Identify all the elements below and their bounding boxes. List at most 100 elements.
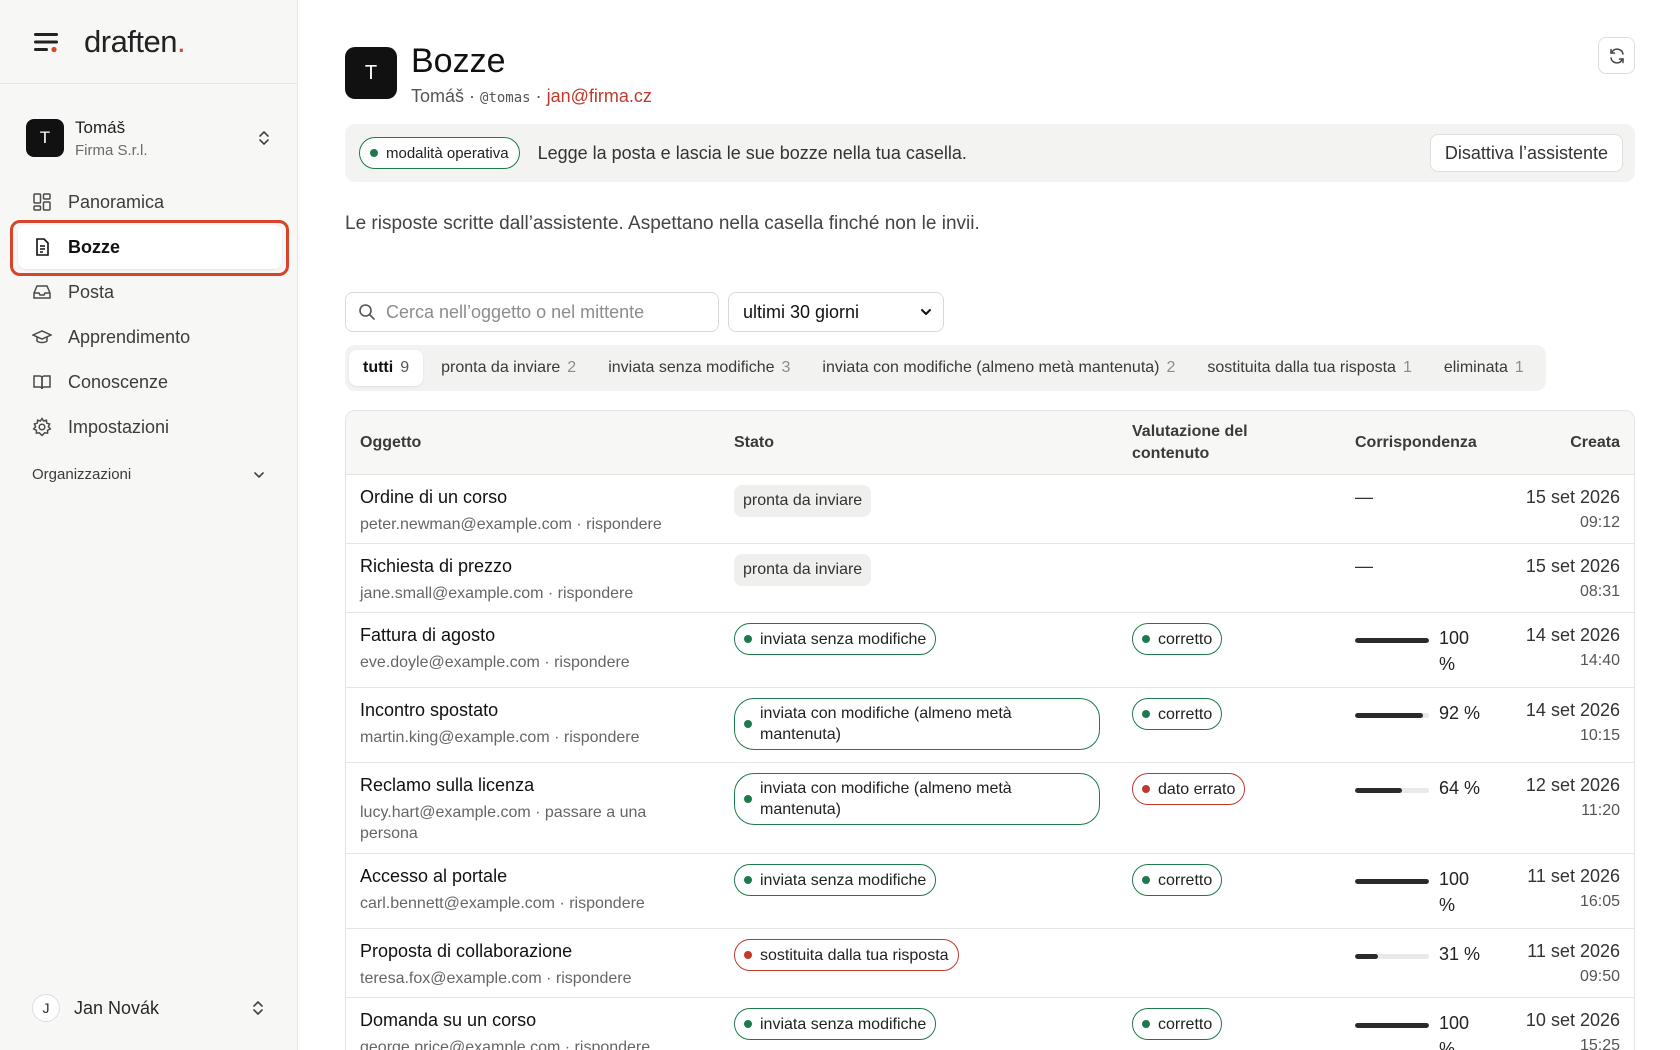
chevron-down-icon (252, 468, 266, 482)
rating-cell: dato errato (1132, 773, 1246, 805)
table-row[interactable]: Incontro spostato martin.king@example.com… (346, 688, 1634, 763)
draft-subject[interactable]: Domanda su un corso (360, 1010, 690, 1031)
sidebar-item-label: Impostazioni (68, 416, 170, 437)
filter-label: eliminata (1443, 359, 1508, 376)
profile-email[interactable]: jan@firma.cz (547, 86, 652, 106)
status-label: inviata senza modifiche (760, 630, 927, 648)
brand-logo[interactable]: draften. (84, 24, 193, 60)
column-header-subject[interactable]: Oggetto (360, 411, 421, 475)
created-date: 14 set 2026 (1525, 700, 1620, 720)
mode-badge-label: modalità operativa (386, 144, 509, 162)
created-cell: 11 set 2026 09:50 (1460, 941, 1620, 986)
rating-label: corretto (1158, 1015, 1213, 1033)
filter-tab-senza-modifiche[interactable]: inviata senza modifiche 3 (594, 350, 804, 386)
filter-tab-eliminata[interactable]: eliminata 1 (1430, 350, 1538, 386)
created-cell: 15 set 2026 09:12 (1460, 487, 1620, 532)
column-header-match[interactable]: Corrispondenza (1355, 411, 1477, 475)
filter-count: 1 (1402, 359, 1412, 376)
table-row[interactable]: Proposta di collaborazione teresa.fox@exa… (346, 929, 1634, 998)
status-dot (744, 635, 752, 643)
status-cell: inviata senza modifiche (734, 1008, 937, 1040)
match-progress-bar (1355, 879, 1429, 884)
organizations-label: Organizzazioni (32, 466, 132, 483)
table-header: Oggetto Stato Valutazione del contenuto … (346, 411, 1634, 475)
filter-tab-tutti[interactable]: tutti 9 (349, 350, 424, 386)
filter-count: 3 (781, 359, 791, 376)
user-menu[interactable]: J Jan Novák (32, 994, 266, 1022)
status-dot (1142, 785, 1150, 793)
rating-badge: corretto (1132, 1008, 1223, 1040)
table-row[interactable]: Ordine di un corso peter.newman@example.c… (346, 475, 1634, 544)
sidebar: draften. T Tomáš Firma S.r.l. Panoramica… (0, 0, 298, 1050)
status-cell: inviata con modifiche (almeno metà mante… (734, 773, 1100, 825)
created-cell: 14 set 2026 10:15 (1460, 700, 1620, 745)
created-time: 08:31 (1579, 583, 1620, 600)
match-progress-fill (1355, 713, 1424, 718)
table-row[interactable]: Accesso al portale carl.bennett@example.c… (346, 854, 1634, 929)
draft-sender-action: eve.doyle@example.com · rispondere (360, 654, 630, 671)
status-badge: inviata senza modifiche (734, 864, 937, 896)
column-header-rating[interactable]: Valutazione del contenuto (1132, 411, 1282, 475)
account-org: Firma S.r.l. (75, 141, 148, 159)
rating-cell: corretto (1132, 623, 1223, 655)
column-header-status[interactable]: Stato (734, 411, 774, 475)
rating-cell: corretto (1132, 1008, 1223, 1040)
draft-sender-action: carl.bennett@example.com · rispondere (360, 895, 645, 912)
table-row[interactable]: Domanda su un corso george.price@example.… (346, 998, 1634, 1050)
created-cell: 14 set 2026 14:40 (1460, 625, 1620, 670)
match-progress-bar (1355, 1023, 1429, 1028)
draft-subject[interactable]: Accesso al portale (360, 866, 690, 887)
search-input[interactable] (386, 301, 706, 323)
user-name: Jan Novák (74, 997, 160, 1018)
period-select[interactable]: ultimi 30 giorni (728, 292, 944, 332)
match-cell: — (1355, 487, 1373, 508)
disable-assistant-button[interactable]: Disattiva l’assistente (1429, 134, 1623, 172)
draft-sender-action: teresa.fox@example.com · rispondere (360, 970, 632, 987)
status-cell: pronta da inviare (734, 485, 872, 517)
draft-subject[interactable]: Proposta di collaborazione (360, 941, 690, 962)
mode-badge: modalità operativa (359, 137, 520, 169)
draft-subject[interactable]: Reclamo sulla licenza (360, 775, 690, 796)
draft-subject[interactable]: Incontro spostato (360, 700, 690, 721)
chevron-up-down-icon (256, 128, 272, 148)
profile-handle: @tomas (480, 90, 531, 106)
menu-icon[interactable] (34, 31, 60, 53)
refresh-button[interactable] (1598, 37, 1635, 74)
table-row[interactable]: Reclamo sulla licenza lucy.hart@example.c… (346, 763, 1634, 854)
match-progress-fill (1355, 788, 1403, 793)
subject-cell: Proposta di collaborazione teresa.fox@exa… (360, 941, 690, 989)
sidebar-item-apprendimento[interactable]: Apprendimento (18, 315, 282, 359)
filter-tab-con-modifiche[interactable]: inviata con modifiche (almeno metà mante… (808, 350, 1189, 386)
organizations-toggle[interactable]: Organizzazioni (32, 466, 266, 483)
page-title: Bozze (411, 42, 506, 80)
status-cell: sostituita dalla tua risposta (734, 939, 959, 971)
column-header-created[interactable]: Creata (1570, 411, 1620, 475)
table-row[interactable]: Fattura di agosto eve.doyle@example.com ·… (346, 613, 1634, 688)
account-switcher[interactable]: T Tomáš Firma S.r.l. (26, 114, 272, 162)
search-field[interactable] (345, 292, 719, 332)
match-empty: — (1355, 556, 1373, 576)
sidebar-item-impostazioni[interactable]: Impostazioni (18, 405, 282, 449)
chevron-down-icon (919, 305, 933, 319)
filter-label: sostituita dalla tua risposta (1207, 359, 1396, 376)
status-cell: inviata senza modifiche (734, 864, 937, 896)
profile-name: Tomáš (411, 86, 465, 106)
draft-subject[interactable]: Fattura di agosto (360, 625, 690, 646)
filter-tab-sostituita[interactable]: sostituita dalla tua risposta 1 (1193, 350, 1425, 386)
created-cell: 12 set 2026 11:20 (1460, 775, 1620, 820)
page-header: T Bozze Tomáš · @tomas · jan@firma.cz (345, 42, 652, 107)
draft-subject[interactable]: Richiesta di prezzo (360, 556, 690, 577)
main-content: T Bozze Tomáš · @tomas · jan@firma.cz mo… (345, 0, 1635, 1050)
table-row[interactable]: Richiesta di prezzo jane.small@example.co… (346, 544, 1634, 613)
sidebar-item-conoscenze[interactable]: Conoscenze (18, 360, 282, 404)
sidebar-item-posta[interactable]: Posta (18, 270, 282, 314)
filter-label: inviata senza modifiche (608, 359, 775, 376)
sidebar-item-label: Posta (68, 281, 115, 302)
status-dot (744, 795, 752, 803)
created-time: 09:12 (1579, 514, 1620, 531)
rating-label: corretto (1158, 630, 1213, 648)
filter-count: 1 (1514, 359, 1524, 376)
filter-tab-pronta[interactable]: pronta da inviare 2 (427, 350, 590, 386)
sidebar-item-panoramica[interactable]: Panoramica (18, 180, 282, 224)
draft-subject[interactable]: Ordine di un corso (360, 487, 690, 508)
